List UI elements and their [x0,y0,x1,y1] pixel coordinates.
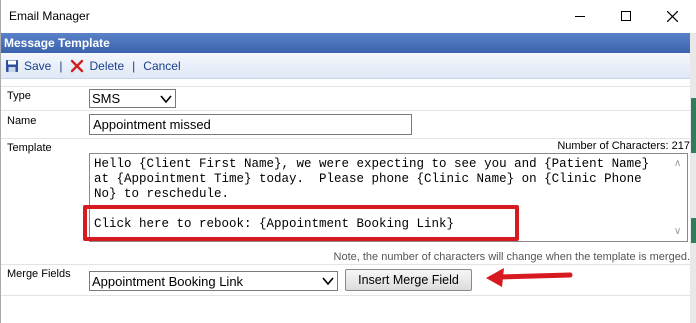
red-x-icon [71,59,84,72]
toolbar-separator: | [132,58,136,73]
background-accent [691,218,696,243]
title-bar: Email Manager [1,0,696,32]
template-label: Template [7,142,52,154]
row-divider [1,264,691,265]
background-window-edge [690,33,696,323]
cancel-button[interactable]: Cancel [143,59,180,73]
save-label: Save [24,58,52,73]
red-arrow-annotation-icon [486,268,573,287]
template-scrollbar[interactable]: ∧ ∨ [670,154,687,241]
section-header: Message Template [1,33,691,53]
floppy-disk-icon [6,59,18,72]
delete-label: Delete [89,58,125,73]
row-divider [1,110,691,111]
template-note: Note, the number of characters will chan… [333,251,690,263]
save-button[interactable]: Save [5,59,51,73]
delete-button[interactable]: Delete [70,59,124,73]
merge-fields-label: Merge Fields [7,268,71,280]
cancel-label: Cancel [143,58,181,73]
minimize-icon [575,15,585,17]
scroll-up-icon[interactable]: ∧ [674,158,681,169]
character-count: Number of Characters: 217 [557,140,690,152]
close-icon [666,10,678,22]
name-input[interactable] [89,114,412,135]
insert-merge-field-button[interactable]: Insert Merge Field [345,269,472,291]
maximize-icon [621,11,631,21]
type-label: Type [7,90,31,102]
type-select[interactable]: SMS [89,89,176,108]
row-divider [1,86,691,87]
merge-fields-select[interactable]: Appointment Booking Link [89,271,338,291]
email-manager-window: Email Manager Message Template Save | De… [0,0,696,323]
row-divider [1,295,691,296]
name-label: Name [7,115,37,127]
background-accent [691,98,696,153]
toolbar: Save | Delete | Cancel [1,53,691,79]
window-title: Email Manager [9,9,90,23]
maximize-button[interactable] [603,0,649,32]
minimize-button[interactable] [557,0,603,32]
highlight-annotation-box [83,205,519,241]
close-button[interactable] [649,0,695,32]
scroll-down-icon[interactable]: ∨ [674,226,681,237]
toolbar-separator: | [59,58,63,73]
row-divider [1,138,691,139]
